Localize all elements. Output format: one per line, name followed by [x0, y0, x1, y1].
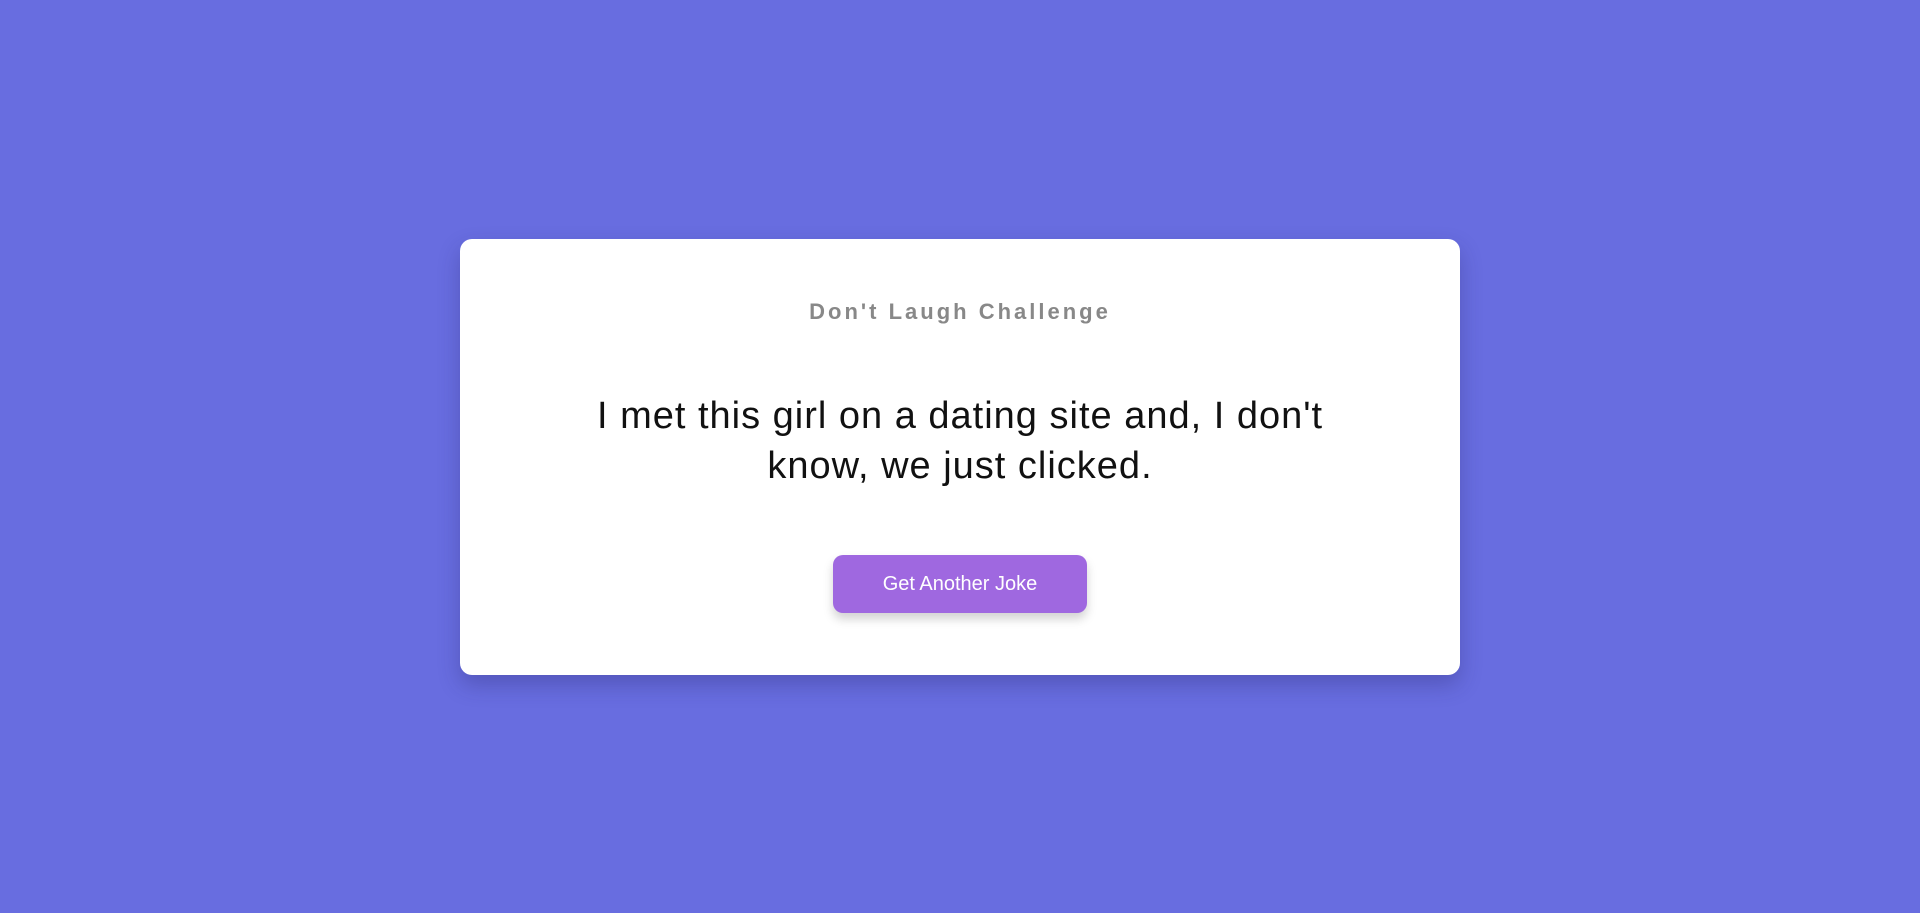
get-another-joke-button[interactable]: Get Another Joke [833, 555, 1087, 613]
joke-card: Don't Laugh Challenge I met this girl on… [460, 239, 1460, 675]
challenge-title: Don't Laugh Challenge [809, 299, 1111, 324]
joke-text: I met this girl on a dating site and, I … [596, 395, 1324, 487]
